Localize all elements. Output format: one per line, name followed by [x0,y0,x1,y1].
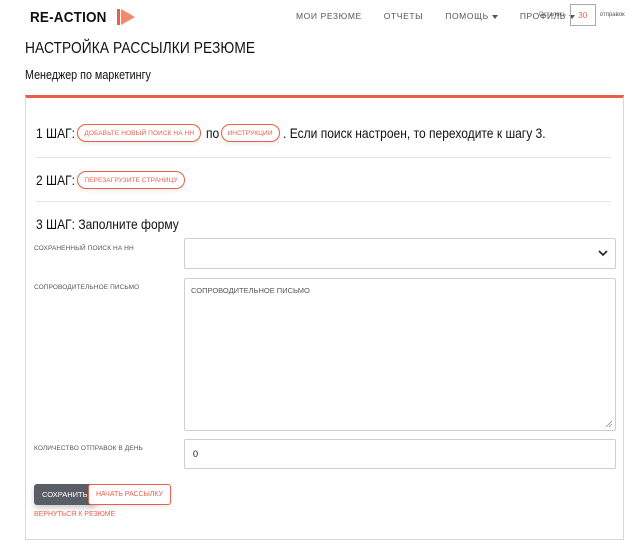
remaining-suffix: отправок [599,12,625,18]
step-1-text: . Если поиск настроен, то переходите к ш… [282,125,546,141]
step-2-label: 2 ШАГ: [36,172,75,188]
cover-letter-placeholder: СОПРОВОДИТЕЛЬНОЕ ПИСЬМО [191,286,310,295]
divider [36,157,611,158]
nav-reports[interactable]: ОТЧЕТЫ [384,11,423,21]
chevron-down-icon [598,250,608,257]
save-button[interactable]: СОХРАНИТЬ [34,484,96,505]
divider [36,201,611,202]
step-1: 1 ШАГ: ДОБАВЬТЕ НОВЫЙ ПОИСК НА HH по ИНС… [36,124,588,142]
step-2: 2 ШАГ: ПЕРЕЗАГРУЗИТЕ СТРАНИЦУ [36,171,188,189]
cover-letter-label: СОПРОВОДИТЕЛЬНОЕ ПИСЬМО [34,284,140,291]
nav-my-resumes[interactable]: МОИ РЕЗЮМЕ [296,11,362,21]
reload-page-button[interactable]: ПЕРЕЗАГРУЗИТЕ СТРАНИЦУ [77,171,185,189]
step-1-label: 1 ШАГ: [36,125,75,141]
page-title: НАСТРОЙКА РАССЫЛКИ РЕЗЮМЕ [25,40,256,57]
brand-name: RE-ACTION [30,8,107,26]
caret-down-icon [491,14,498,19]
per-day-label: КОЛИЧЕСТВО ОТПРАВОК В ДЕНЬ [34,445,143,452]
play-arrow-icon [117,9,136,25]
brand-logo[interactable]: RE-ACTION [30,8,136,26]
add-search-button[interactable]: ДОБАВЬТЕ НОВЫЙ ПОИСК НА HH [77,124,202,142]
instructions-button[interactable]: ИНСТРУКЦИИ [220,124,280,142]
settings-card: 1 ШАГ: ДОБАВЬТЕ НОВЫЙ ПОИСК НА HH по ИНС… [25,95,624,540]
remaining-count: 30 [569,4,596,26]
remaining-prefix: Осталось [539,12,566,18]
cover-letter-textarea[interactable]: СОПРОВОДИТЕЛЬНОЕ ПИСЬМО [184,278,616,431]
per-day-value: 0 [193,449,199,459]
top-navbar: RE-ACTION МОИ РЕЗЮМЕ ОТЧЕТЫ ПОМОЩЬ ПРОФИ… [0,0,644,34]
per-day-input[interactable]: 0 [184,439,616,469]
start-mailing-button[interactable]: НАЧАТЬ РАССЫЛКУ [88,484,171,505]
resize-handle-icon[interactable] [605,420,613,428]
step-1-connector: по [206,125,220,141]
nav-help[interactable]: ПОМОЩЬ [445,11,498,21]
remaining-sends: Осталось 30 отправок [539,4,625,26]
step-3-title: 3 ШАГ: Заполните форму [36,216,179,232]
back-to-resume-link[interactable]: ВЕРНУТЬСЯ К РЕЗЮМЕ [34,511,115,518]
saved-search-select[interactable] [184,238,616,269]
saved-search-label: СОХРАНЕННЫЙ ПОИСК НА HH [34,245,134,252]
page-subtitle: Менеджер по маркетингу [25,68,151,82]
